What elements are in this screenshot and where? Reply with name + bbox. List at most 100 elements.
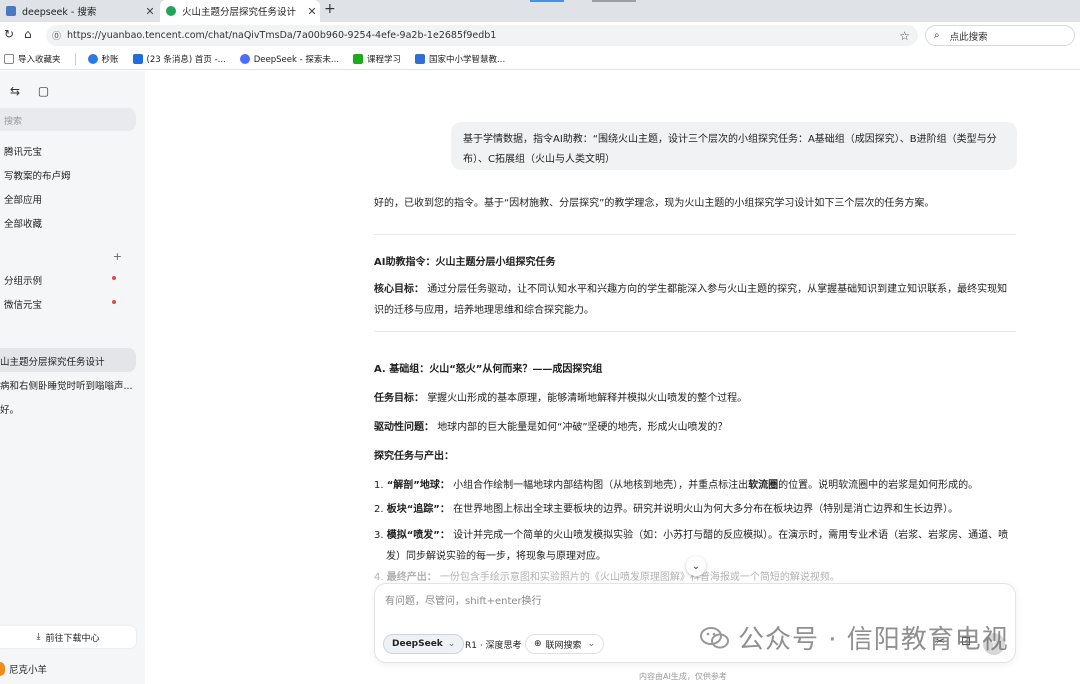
address-bar[interactable]: ⓪ https://yuanbao.tencent.com/chat/naQiv… <box>46 25 918 46</box>
task-text: 在世界地图上标出全球主要板块的边界。研究并说明火山为何大多分布在板块边界（特别是… <box>453 504 959 515</box>
instruction-heading: AI助教指令：火山主题分层小组探究任务 <box>374 257 556 268</box>
bookmark-label: 导入收藏夹 <box>18 54 61 65</box>
search-icon: ⌕ <box>934 30 940 41</box>
sidebar-search-placeholder: 搜索 <box>4 117 23 127</box>
zhihu-icon <box>132 53 143 64</box>
bookmark-item[interactable]: 国家中小学智慧教... <box>415 53 505 65</box>
sidebar-item-group-example[interactable]: 分组示例 <box>4 273 136 287</box>
sidebar-item-all-favorites[interactable]: 全部收藏 <box>4 216 136 230</box>
bookmark-label: DeepSeek - 探索未... <box>253 54 340 65</box>
core-goal-label: 核心目标： <box>374 284 424 295</box>
watermark-text: 公众号 · 信阳教育电视 <box>738 625 1009 655</box>
scroll-down-button[interactable]: ⌄ <box>686 556 706 576</box>
task-number: 4. <box>374 572 384 583</box>
new-tab-icon[interactable]: + <box>324 1 336 17</box>
sidebar-item-wechat-yuanbao[interactable]: 微信元宝 <box>4 297 136 311</box>
add-group-icon[interactable]: + <box>113 250 122 263</box>
bookmark-item[interactable]: DeepSeek - 探索未... <box>239 53 340 65</box>
bookmark-star-icon[interactable]: ☆ <box>899 29 910 43</box>
tab-strip: deepseek - 搜索 ✕ 火山主题分层探究任务设计 ✕ + <box>0 0 1080 22</box>
tab-strip-indicator <box>530 0 564 2</box>
task-label: 板块“追踪”： <box>386 504 450 515</box>
watermark: 公众号 · 信阳教育电视 <box>700 619 1009 656</box>
new-chat-icon[interactable]: ▢ <box>38 84 49 98</box>
close-icon[interactable]: ✕ <box>142 5 158 18</box>
browser-tab-volcano[interactable]: 火山主题分层探究任务设计 ✕ <box>160 0 320 22</box>
bookmark-label: (23 条消息) 首页 -... <box>146 54 226 65</box>
tasks-heading: 探究任务与产出： <box>374 451 454 462</box>
bookmark-item[interactable]: (23 条消息) 首页 -... <box>132 53 226 65</box>
history-item-illness[interactable]: 病和右侧卧睡觉时听到嗡嗡声... <box>0 378 132 392</box>
chevron-down-icon: ⌄ <box>447 639 456 649</box>
divider <box>374 331 1016 332</box>
task-text: 的位置。说明软流圈中的岩浆是如何形成的。 <box>778 480 979 491</box>
sidebar-item-label: 写教案的布卢姆 <box>4 171 71 182</box>
user-message-bubble: 基于学情数据，指令AI助教：“围绕火山主题，设计三个层次的小组探究任务：A基础组… <box>451 122 1017 170</box>
deep-think-label: R1 · 深度思考 <box>465 640 522 651</box>
bookmark-separator <box>74 52 76 65</box>
download-icon: ⤓ <box>36 632 41 642</box>
driving-question-text: 地球内部的巨大能量是如何“冲破”坚硬的地壳，形成火山喷发的？ <box>437 422 728 433</box>
web-search-toggle[interactable]: ⊕ 联网搜索 ⌄ <box>525 634 605 654</box>
username: 尼克小羊 <box>9 665 48 676</box>
bookmarks-bar: 导入收藏夹 秒账 (23 条消息) 首页 -... DeepSeek - 探索未… <box>0 48 1080 70</box>
chevron-down-icon: ⌄ <box>691 560 701 572</box>
web-search-label: 联网搜索 <box>545 640 582 651</box>
task-number: 2. <box>374 504 384 515</box>
bookmark-label: 秒账 <box>101 54 119 65</box>
task-label: 模拟“喷发”： <box>386 530 450 541</box>
unread-dot <box>112 300 116 304</box>
bookmark-item[interactable]: 秒账 <box>87 53 119 65</box>
home-icon[interactable]: ⌂ <box>24 27 32 41</box>
folder-icon <box>4 53 14 64</box>
download-label: 前往下载中心 <box>45 633 100 644</box>
avatar <box>0 662 5 676</box>
deep-think-toggle[interactable]: R1 · 深度思考 <box>457 634 530 654</box>
history-item-label: 好。 <box>0 405 20 416</box>
reply-intro: 好的，已收到您的指令。基于“因材施教、分层探究”的教学理念，现为火山主题的小组探… <box>374 193 1016 214</box>
tab-title: deepseek - 搜索 <box>22 7 97 18</box>
unread-dot <box>112 276 116 280</box>
driving-question: 驱动性问题： 地球内部的巨大能量是如何“冲破”坚硬的地壳，形成火山喷发的？ <box>374 417 1016 438</box>
sidebar-item-tencent-yuanbao[interactable]: 腾讯元宝 <box>4 144 136 158</box>
task-emphasis: 软流圈 <box>748 480 779 491</box>
reload-icon[interactable]: ↻ <box>4 27 14 41</box>
bookmark-item[interactable]: 课程学习 <box>353 53 401 65</box>
lock-icon: ⓪ <box>52 32 62 42</box>
sidebar-toggle-icon[interactable]: ⇆ <box>10 84 20 98</box>
yuanbao-favicon-icon <box>166 6 176 16</box>
history-item-volcano[interactable]: 山主题分层探究任务设计 <box>0 354 132 368</box>
task-label: 最终产出： <box>386 572 437 583</box>
chat-main: 基于学情数据，指令AI助教：“围绕火山主题，设计三个层次的小组探究任务：A基础组… <box>145 71 1080 684</box>
sidebar-toolbar: ⇆ ▢ <box>10 84 63 98</box>
composer-input[interactable]: 有问题，尽管问，shift+enter换行 <box>385 592 542 607</box>
sidebar: ⇆ ▢ 搜索 腾讯元宝 写教案的布卢姆 全部应用 全部收藏 + 分组示例 微信元… <box>0 71 145 684</box>
sidebar-item-lesson-plan-agent[interactable]: 写教案的布卢姆 <box>4 168 136 182</box>
task-goal-text: 掌握火山形成的基本原理，能够清晰地解释并模拟火山喷发的整个过程。 <box>427 393 748 404</box>
chevron-down-icon: ⌄ <box>587 639 596 649</box>
history-item-label: 山主题分层探究任务设计 <box>0 357 105 368</box>
url-text: https://yuanbao.tencent.com/chat/naQivTm… <box>67 30 497 41</box>
task-goal: 任务目标： 掌握火山形成的基本原理，能够清晰地解释并模拟火山喷发的整个过程。 <box>374 388 1016 409</box>
browser-search-input[interactable]: ⌕ 点此搜索 <box>925 25 1075 46</box>
search-favicon-icon <box>6 6 16 16</box>
address-row: ↻ ⌂ ⓪ https://yuanbao.tencent.com/chat/n… <box>0 22 1080 48</box>
task-goal-label: 任务目标： <box>374 393 424 404</box>
section-a-heading: A. 基础组：火山“怒火”从何而来？——成因探究组 <box>374 364 603 375</box>
model-selector-button[interactable]: DeepSeek ⌄ <box>383 634 465 654</box>
course-icon <box>353 53 364 64</box>
history-item-ok[interactable]: 好。 <box>0 402 132 416</box>
close-icon[interactable]: ✕ <box>304 5 320 18</box>
browser-tab-deepseek-search[interactable]: deepseek - 搜索 ✕ <box>0 0 158 22</box>
tab-strip-indicator-2 <box>592 0 636 2</box>
bookmark-import[interactable]: 导入收藏夹 <box>4 53 61 65</box>
download-center-button[interactable]: ⤓ 前往下载中心 <box>0 626 136 648</box>
sidebar-item-all-apps[interactable]: 全部应用 <box>4 192 136 206</box>
sidebar-search-input[interactable]: 搜索 <box>0 108 136 131</box>
task-number: 3. <box>374 530 384 541</box>
task-item-2: 2. 板块“追踪”： 在世界地图上标出全球主要板块的边界。研究并说明火山为何大多… <box>374 499 1016 520</box>
sidebar-item-label: 全部应用 <box>4 195 43 206</box>
model-label: DeepSeek <box>392 639 443 649</box>
globe-icon: ⊕ <box>534 639 542 649</box>
user-profile[interactable]: 尼克小羊 <box>0 662 47 676</box>
